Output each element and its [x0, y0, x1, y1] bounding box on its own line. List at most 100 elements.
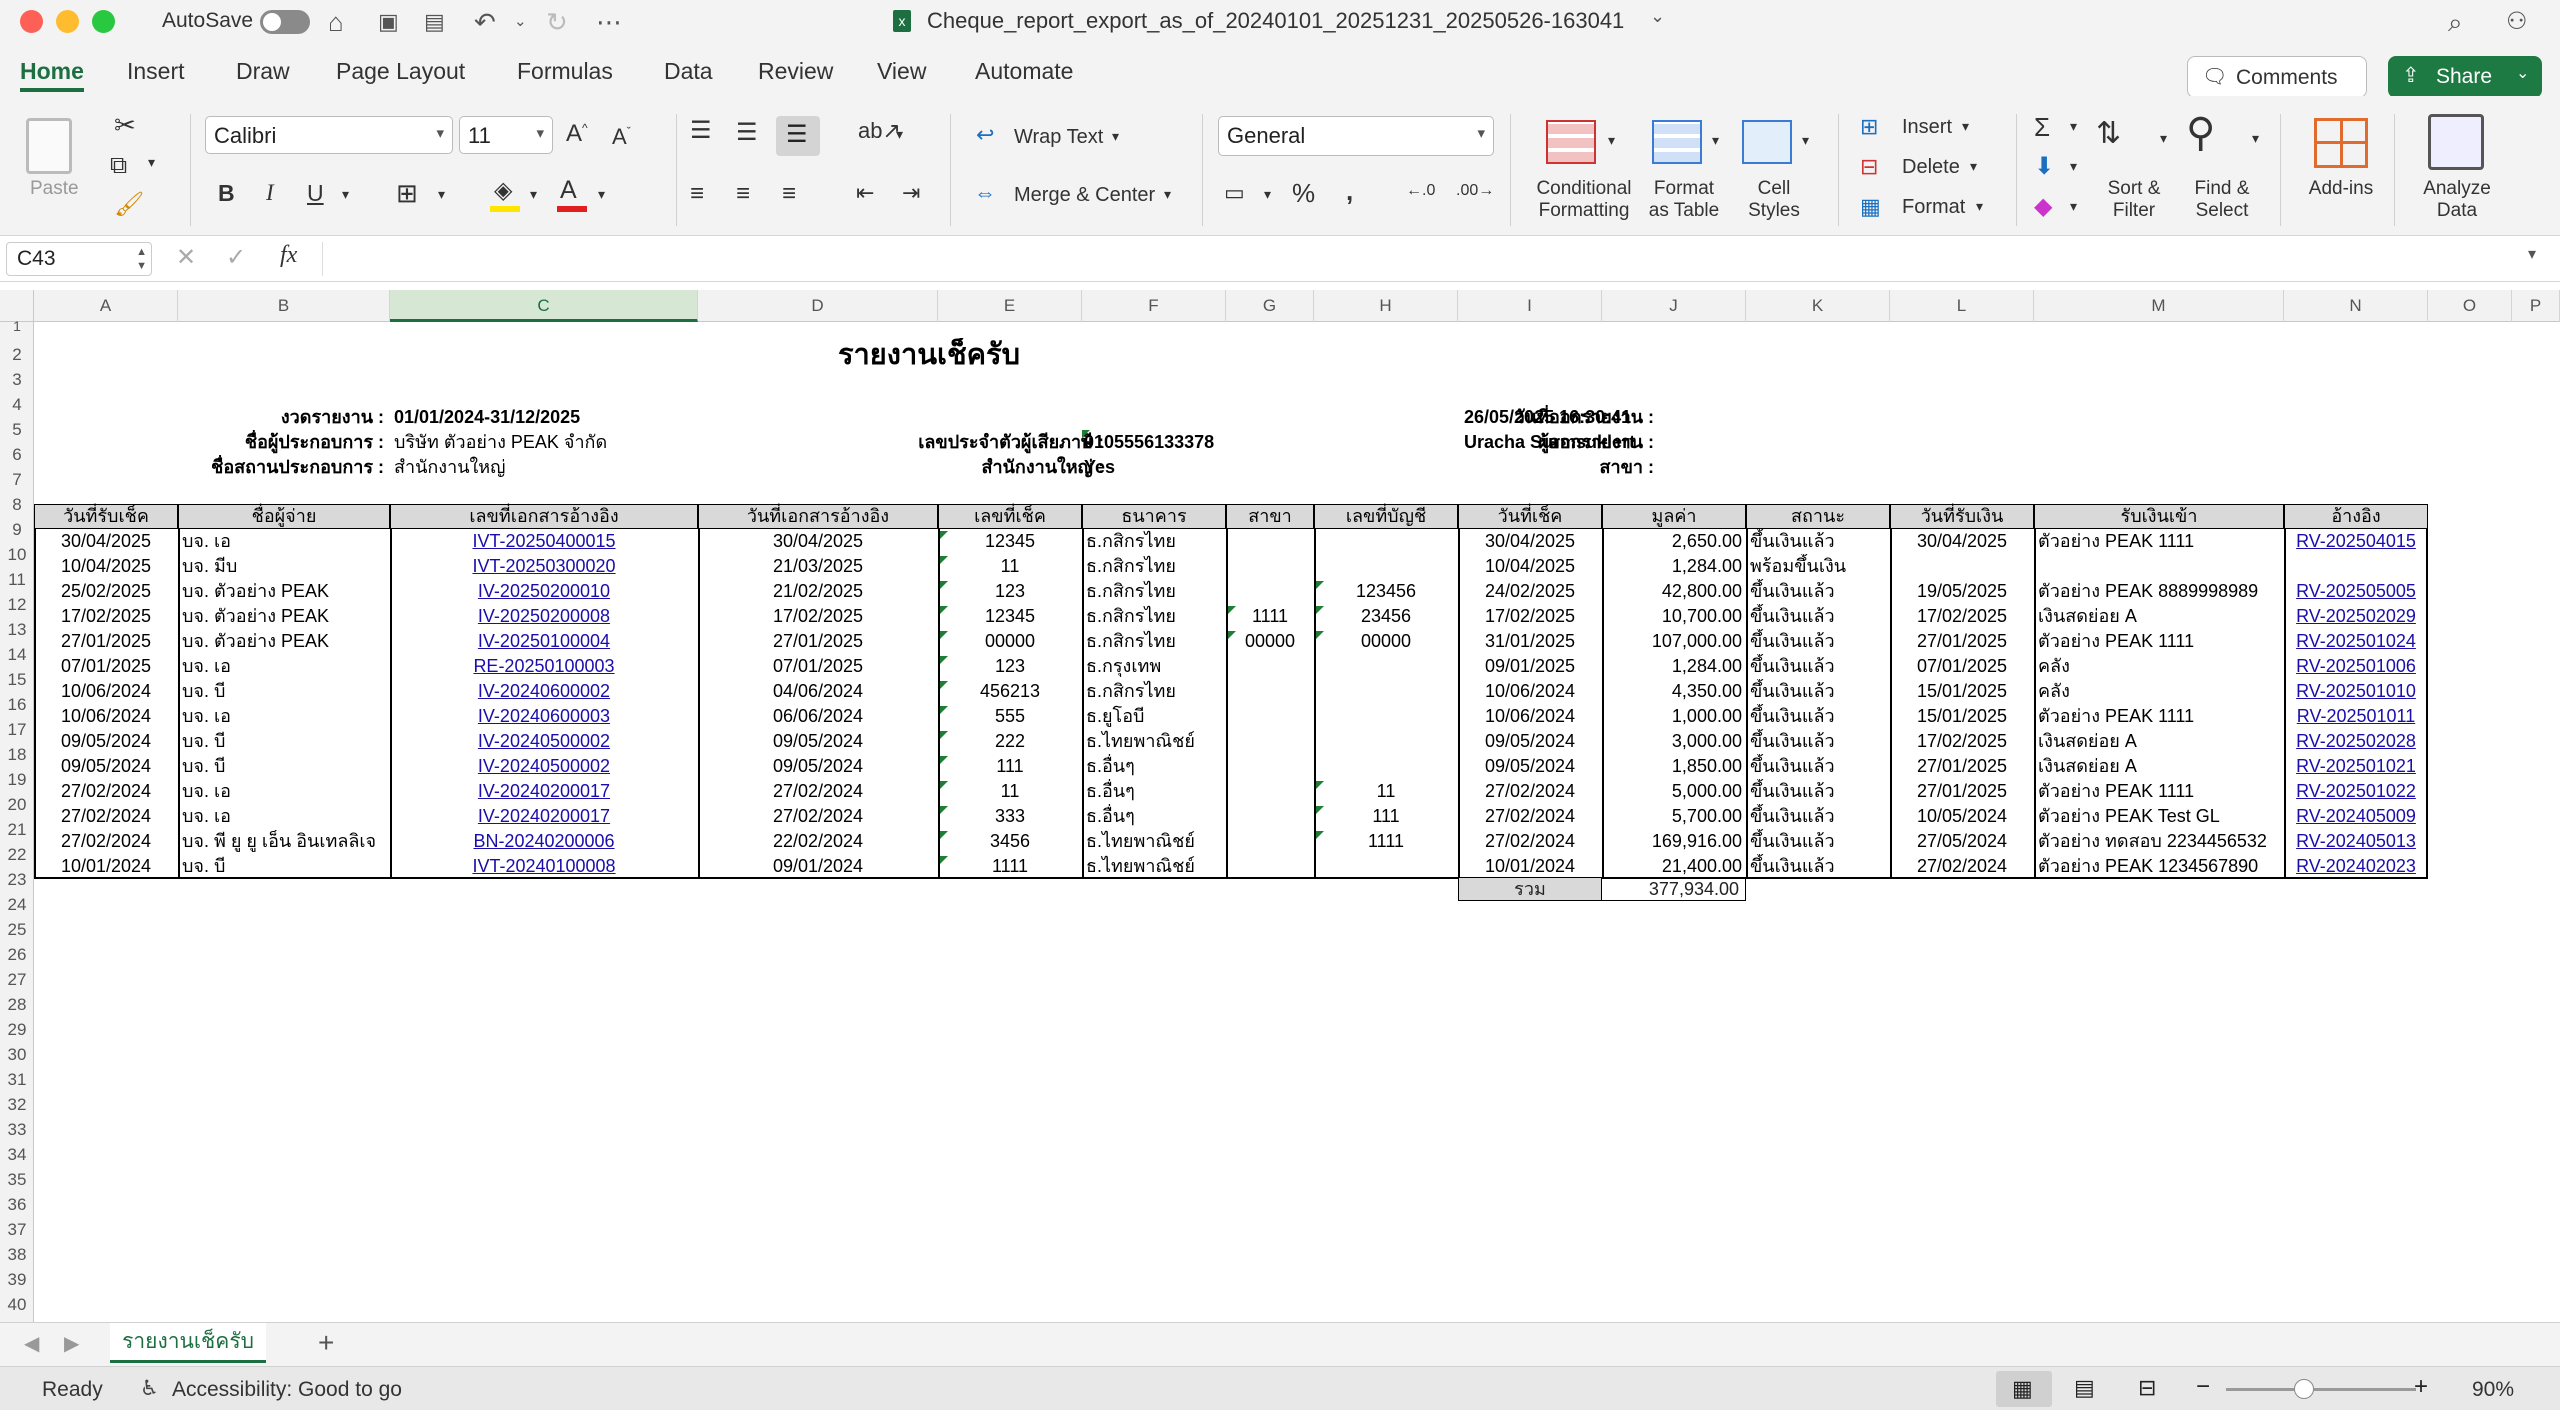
home-icon[interactable]: ⌂ — [328, 6, 344, 38]
row-header[interactable]: 23 — [0, 867, 34, 892]
underline-dropdown-icon[interactable]: ▾ — [342, 186, 349, 203]
cut-icon[interactable]: ✂ — [114, 110, 136, 141]
file-name[interactable]: Cheque_report_export_as_of_20240101_2025… — [927, 8, 1624, 34]
document-link[interactable]: IV-20250200010 — [394, 579, 694, 603]
row-header[interactable]: 3 — [0, 367, 34, 392]
row-header[interactable]: 24 — [0, 892, 34, 917]
wrap-dropdown-icon[interactable]: ▾ — [1112, 128, 1119, 145]
format-as-table-icon[interactable] — [1652, 120, 1702, 164]
align-right-icon[interactable]: ≡ — [782, 180, 796, 208]
document-link[interactable]: IV-20240500002 — [394, 754, 694, 778]
paste-button[interactable]: Paste — [30, 178, 79, 200]
document-link[interactable]: RV-202501024 — [2288, 629, 2424, 653]
wrap-text-button[interactable]: Wrap Text — [1014, 126, 1103, 149]
increase-decimal-icon[interactable]: ←.0 — [1406, 182, 1435, 200]
row-header[interactable]: 1 — [0, 319, 34, 333]
row-header[interactable]: 30 — [0, 1042, 34, 1067]
document-link[interactable]: RV-202402023 — [2288, 854, 2424, 878]
format-cells-button[interactable]: Format — [1902, 196, 1965, 219]
analyze-data-icon[interactable] — [2428, 114, 2484, 170]
tab-automate[interactable]: Automate — [975, 58, 1073, 85]
fill-color-icon[interactable]: ◈ — [494, 176, 512, 205]
copy-dropdown-icon[interactable]: ▾ — [148, 154, 155, 171]
document-link[interactable]: RV-202405009 — [2288, 804, 2424, 828]
column-header-j[interactable]: J — [1602, 290, 1746, 322]
column-header-f[interactable]: F — [1082, 290, 1226, 322]
wrap-text-icon[interactable]: ↩ — [976, 122, 994, 148]
prev-sheet-icon[interactable]: ◀ — [24, 1331, 39, 1356]
tab-data[interactable]: Data — [664, 58, 713, 85]
name-box[interactable]: C43 ▲ ▼ — [6, 242, 152, 276]
row-header[interactable]: 34 — [0, 1142, 34, 1167]
row-header[interactable]: 2 — [0, 342, 34, 367]
row-header[interactable]: 14 — [0, 642, 34, 667]
row-header[interactable]: 12 — [0, 592, 34, 617]
document-link[interactable]: RV-202501010 — [2288, 679, 2424, 703]
row-header[interactable]: 26 — [0, 942, 34, 967]
save-as-icon[interactable]: ▤ — [424, 6, 445, 38]
row-header[interactable]: 28 — [0, 992, 34, 1017]
row-header[interactable]: 13 — [0, 617, 34, 642]
document-link[interactable]: IV-20240200017 — [394, 779, 694, 803]
insert-cells-button[interactable]: Insert — [1902, 116, 1952, 139]
find-select-icon[interactable]: ⚲ — [2186, 110, 2215, 156]
column-header-c[interactable]: C — [390, 290, 698, 322]
accessibility-status[interactable]: Accessibility: Good to go — [172, 1378, 402, 1402]
document-link[interactable]: IV-20250100004 — [394, 629, 694, 653]
formula-input[interactable] — [322, 242, 2518, 276]
sort-filter-icon[interactable]: ⇅ — [2096, 116, 2121, 151]
document-link[interactable]: RV-202502028 — [2288, 729, 2424, 753]
document-link[interactable]: RV-202505005 — [2288, 579, 2424, 603]
find-dropdown-icon[interactable]: ▾ — [2252, 130, 2259, 147]
percent-icon[interactable]: % — [1292, 178, 1315, 209]
row-header[interactable]: 7 — [0, 467, 34, 492]
fill-dropdown-icon[interactable]: ▾ — [2070, 158, 2077, 175]
column-header-b[interactable]: B — [178, 290, 390, 322]
column-header-n[interactable]: N — [2284, 290, 2428, 322]
italic-icon[interactable]: I — [266, 180, 274, 206]
tab-draw[interactable]: Draw — [236, 58, 290, 85]
zoom-in-icon[interactable]: + — [2414, 1373, 2428, 1401]
find-select-label[interactable]: Find & Select — [2180, 178, 2264, 222]
cf-dropdown-icon[interactable]: ▾ — [1608, 132, 1615, 149]
document-link[interactable]: IVT-20250300020 — [394, 554, 694, 578]
tab-insert[interactable]: Insert — [127, 58, 185, 85]
delete-dropdown-icon[interactable]: ▾ — [1970, 158, 1977, 175]
row-header[interactable]: 11 — [0, 567, 34, 592]
column-header-h[interactable]: H — [1314, 290, 1458, 322]
font-color-icon[interactable]: A — [560, 176, 577, 205]
document-link[interactable]: RV-202501006 — [2288, 654, 2424, 678]
copy-icon[interactable]: ⧉ — [110, 152, 127, 180]
clear-dropdown-icon[interactable]: ▾ — [2070, 198, 2077, 215]
align-center-icon[interactable]: ≡ — [736, 180, 750, 208]
increase-font-icon[interactable]: A^ — [566, 120, 588, 148]
delete-cells-icon[interactable]: ⊟ — [1860, 154, 1878, 180]
borders-dropdown-icon[interactable]: ▾ — [438, 186, 445, 203]
clear-icon[interactable]: ◆ — [2034, 192, 2052, 221]
document-link[interactable]: IV-20240600002 — [394, 679, 694, 703]
tab-formulas[interactable]: Formulas — [517, 58, 613, 85]
add-ins-label[interactable]: Add-ins — [2296, 178, 2386, 200]
sort-filter-label[interactable]: Sort & Filter — [2092, 178, 2176, 222]
row-header[interactable]: 18 — [0, 742, 34, 767]
row-header[interactable]: 8 — [0, 492, 34, 517]
document-link[interactable]: IV-20250200008 — [394, 604, 694, 628]
worksheet-grid[interactable]: รายงานเช็ครับ งวดรายงาน : 01/01/2024-31/… — [34, 322, 2560, 1322]
accounting-format-icon[interactable]: ▭ — [1224, 180, 1245, 206]
document-link[interactable]: RE-20250100003 — [394, 654, 694, 678]
row-header[interactable]: 16 — [0, 692, 34, 717]
format-painter-icon[interactable]: 🖌 — [114, 190, 144, 219]
row-header[interactable]: 33 — [0, 1117, 34, 1142]
document-link[interactable]: IVT-20250400015 — [394, 529, 694, 553]
row-header[interactable]: 6 — [0, 442, 34, 467]
more-icon[interactable]: ⋯ — [596, 6, 622, 38]
redo-icon[interactable]: ↻ — [546, 6, 568, 38]
merge-center-button[interactable]: Merge & Center — [1014, 184, 1155, 207]
orientation-dropdown-icon[interactable]: ▾ — [896, 126, 903, 143]
number-format-select[interactable]: General ▾ — [1218, 116, 1494, 156]
row-header[interactable]: 15 — [0, 667, 34, 692]
row-header[interactable]: 35 — [0, 1167, 34, 1192]
borders-icon[interactable]: ⊞ — [396, 178, 418, 209]
font-color-dropdown-icon[interactable]: ▾ — [598, 186, 605, 203]
row-header[interactable]: 27 — [0, 967, 34, 992]
